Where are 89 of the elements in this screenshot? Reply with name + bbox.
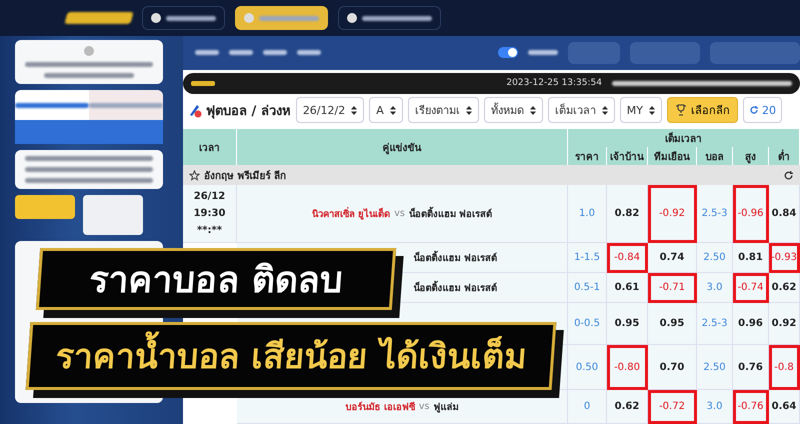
odds-cell[interactable]: -0.84 (607, 243, 648, 273)
nav-tab[interactable] (195, 50, 219, 56)
handicap-cell: 1.0 (568, 185, 607, 243)
handicap-cell: 1-1.5 (568, 243, 607, 273)
filter-select[interactable]: 26/12/2 (296, 97, 364, 124)
away-team: น็อตติ้งแฮม ฟอเรสต์ (408, 206, 492, 221)
odds-cell[interactable]: 0.76 (733, 345, 769, 390)
handicap-cell: 2.5-3 (697, 185, 733, 243)
handicap-cell: 3.0 (697, 390, 733, 424)
odds-cell[interactable]: -0.8 (769, 345, 800, 390)
ticker-timestamp: 2023-12-25 13:35:54 (506, 78, 602, 88)
league-name: อังกฤษ พรีเมียร์ ลีก (204, 169, 286, 182)
soccer-icon (187, 102, 203, 118)
sort-arrows-icon (648, 106, 655, 115)
ticker-label (191, 80, 215, 86)
select-league-button[interactable]: เลือกลีก (666, 97, 738, 124)
sort-arrows-icon (390, 106, 396, 115)
match-time: **:** (197, 225, 222, 236)
odds-cell[interactable]: 0.95 (648, 303, 697, 345)
nav-button[interactable] (338, 6, 441, 30)
toggle-switch[interactable] (498, 47, 518, 58)
odds-cell[interactable]: 0.74 (648, 243, 697, 273)
odds-cell[interactable]: 0.64 (769, 390, 800, 424)
column-header: บอล (697, 147, 733, 165)
odds-cell[interactable]: 0.82 (607, 185, 648, 243)
away-team: น็อตติ้งแฮม ฟอเรสต์ (414, 250, 497, 265)
refresh-button[interactable]: 20 (742, 97, 782, 124)
odds-cell[interactable]: 0.95 (607, 303, 648, 345)
filter-select[interactable]: เรียงตามเ (408, 97, 479, 124)
column-header: เจ้าบ้าน (607, 147, 648, 165)
column-header: เวลา (183, 129, 237, 165)
filter-select[interactable]: ทั้งหมด (484, 97, 543, 124)
star-icon[interactable] (189, 170, 200, 180)
nav-tab[interactable] (263, 50, 287, 56)
handicap-cell: 3.0 (697, 273, 733, 303)
versus-label: vs (418, 401, 430, 412)
away-team: ฟูแล่ม (433, 401, 458, 414)
nav-tab[interactable] (229, 50, 253, 56)
sort-arrows-icon (602, 106, 608, 115)
home-team: นิวคาสเซิ่ล ยูไนเต็ด (312, 206, 390, 221)
section-title: ฟุตบอล / ล่วงห (206, 102, 291, 121)
column-header: คู่แข่งขัน (237, 129, 568, 165)
sort-arrows-icon (351, 106, 358, 115)
match-time: 19:30 (194, 208, 226, 219)
odds-cell[interactable]: -0.72 (648, 390, 697, 424)
odds-cell[interactable]: -0.96 (733, 185, 769, 243)
odds-cell[interactable]: -0.92 (648, 185, 697, 243)
odds-cell[interactable]: -0.71 (648, 273, 697, 303)
odds-cell[interactable]: -0.76 (733, 390, 769, 424)
handicap-cell: 0.50 (568, 345, 607, 390)
odds-cell[interactable]: 0.96 (733, 303, 769, 345)
column-header: สูง (733, 147, 769, 165)
odds-cell[interactable]: 0.92 (769, 303, 800, 345)
handicap-cell: 0 (568, 390, 607, 424)
nav-button[interactable] (142, 6, 225, 30)
odds-cell[interactable]: -0.93 (769, 243, 800, 273)
trophy-icon (674, 104, 687, 116)
refresh-icon (748, 105, 759, 116)
odds-cell[interactable]: -0.80 (607, 345, 648, 390)
column-header: ราคา (568, 147, 607, 165)
odds-cell[interactable]: 0.61 (607, 273, 648, 303)
handicap-cell: 2.50 (697, 243, 733, 273)
odds-cell[interactable]: 0.84 (769, 185, 800, 243)
filter-select[interactable]: MY (620, 97, 662, 124)
versus-label: vs (394, 208, 405, 219)
handicap-cell: 0.5-1 (568, 273, 607, 303)
match-time: 26/12 (194, 191, 226, 202)
home-team: บอร์นมัธ เอเอฟซี (346, 400, 415, 414)
column-header: ต่ำ (769, 147, 800, 165)
odds-cell[interactable]: 0.62 (607, 390, 648, 424)
handicap-cell: 2.50 (697, 345, 733, 390)
handicap-cell: 0-0.5 (568, 303, 607, 345)
column-header: ทีมเยือน (648, 147, 697, 165)
away-team: น็อตติ้งแฮม ฟอเรสต์ (414, 280, 497, 295)
odds-cell[interactable]: 0.81 (733, 243, 769, 273)
odds-cell[interactable]: 0.62 (769, 273, 800, 303)
sort-arrows-icon (466, 106, 472, 115)
refresh-icon[interactable] (783, 170, 794, 180)
nav-tab[interactable] (297, 50, 321, 56)
filter-select[interactable]: เต็มเวลา (548, 97, 615, 124)
handicap-cell: 2.5-3 (697, 303, 733, 345)
site-logo[interactable] (64, 12, 134, 24)
sort-arrows-icon (530, 106, 536, 115)
odds-cell[interactable]: -0.74 (733, 273, 769, 303)
odds-cell[interactable]: 0.70 (648, 345, 697, 390)
sidebar-tab[interactable] (89, 90, 163, 120)
blurred-label (528, 50, 558, 56)
filter-select[interactable]: A (369, 97, 403, 124)
column-group-header: เต็มเวลา (568, 129, 800, 147)
